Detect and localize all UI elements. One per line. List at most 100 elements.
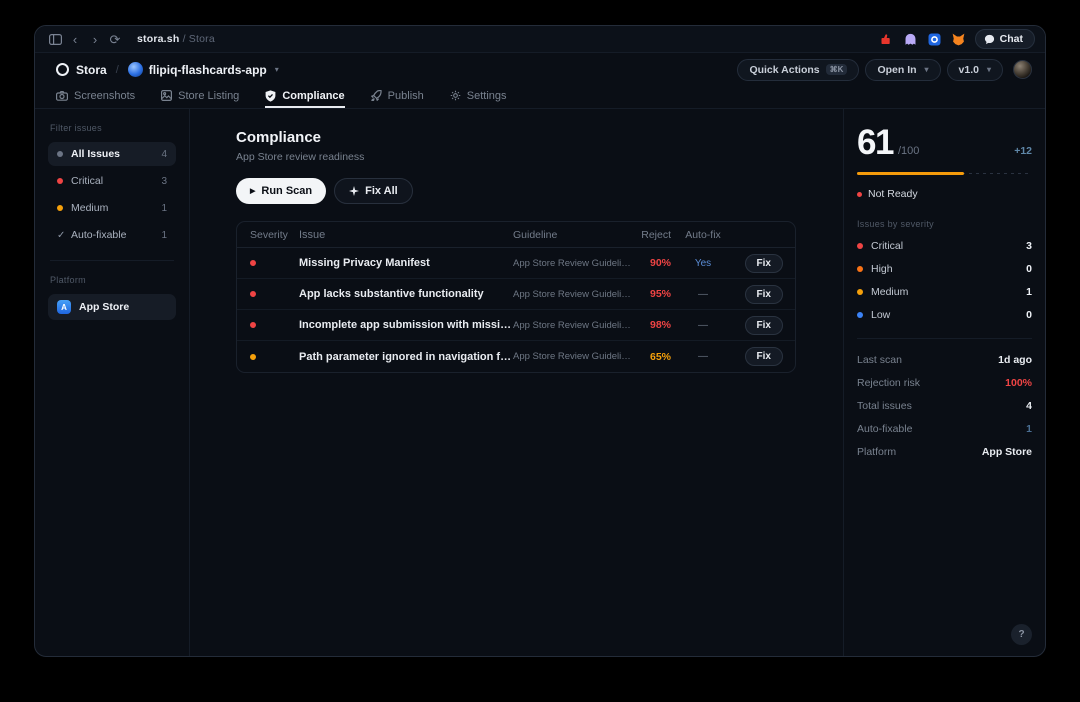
severity-dot-icon xyxy=(250,291,256,297)
guideline-text: App Store Review Guideline 2.1 - … xyxy=(513,320,631,331)
issue-title: Incomplete app submission with missing c… xyxy=(299,319,513,331)
refresh-button[interactable]: ⟳ xyxy=(105,30,125,48)
sidebar-item-app-store[interactable]: A App Store xyxy=(48,294,176,320)
low-dot-icon xyxy=(857,312,863,318)
status-label: Not Ready xyxy=(868,188,918,200)
issues-by-severity-label: Issues by severity xyxy=(857,219,1032,229)
score-value: 61 xyxy=(857,125,893,160)
reject-percent: 90% xyxy=(631,257,671,269)
image-icon xyxy=(161,90,172,101)
fix-button[interactable]: Fix xyxy=(745,285,783,304)
fix-button[interactable]: Fix xyxy=(745,254,783,273)
quick-actions-button[interactable]: Quick Actions ⌘K xyxy=(737,59,859,81)
table-row[interactable]: App lacks substantive functionality App … xyxy=(237,279,795,310)
tab-screenshots[interactable]: Screenshots xyxy=(56,86,135,108)
app-header: Stora / flipiq-flashcards-app ▾ Quick Ac… xyxy=(35,53,1045,86)
severity-row-critical: Critical 3 xyxy=(857,240,1032,252)
score-progress-fill xyxy=(857,172,964,175)
help-button[interactable]: ? xyxy=(1011,624,1032,645)
fix-button[interactable]: Fix xyxy=(745,347,783,366)
chat-bubble-icon xyxy=(984,34,995,45)
item-count: 1 xyxy=(161,230,167,241)
url-host: stora.sh xyxy=(137,33,179,45)
sidebar-item-all-issues[interactable]: All Issues 4 xyxy=(48,142,176,166)
critical-dot-icon xyxy=(57,178,63,184)
open-in-button[interactable]: Open In ▾ xyxy=(865,59,940,81)
autofix-value: Yes xyxy=(671,258,735,269)
filter-sidebar: Filter issues All Issues 4 Critical 3 Me… xyxy=(35,109,190,656)
severity-dot-icon xyxy=(250,354,256,360)
sidebar-item-medium[interactable]: Medium 1 xyxy=(48,196,176,220)
gear-icon xyxy=(450,90,461,101)
app-store-icon: A xyxy=(57,300,71,314)
col-issue: Issue xyxy=(299,229,513,241)
flipiq-app-icon xyxy=(128,62,143,77)
app-switcher[interactable]: flipiq-flashcards-app ▾ xyxy=(128,62,279,77)
sidebar-item-label: Medium xyxy=(71,202,108,214)
readiness-status: Not Ready xyxy=(857,188,1032,200)
severity-label: High xyxy=(871,263,893,275)
table-row[interactable]: Path parameter ignored in navigation fun… xyxy=(237,341,795,372)
thumbs-down-extension-icon[interactable] xyxy=(879,32,894,47)
main-panel: Compliance App Store review readiness ▶ … xyxy=(190,109,844,656)
tab-label: Settings xyxy=(467,90,507,102)
chevron-down-icon: ▾ xyxy=(925,65,929,74)
stora-logo-icon xyxy=(56,63,69,76)
severity-label: Medium xyxy=(871,286,908,298)
severity-label: Critical xyxy=(871,240,903,252)
stat-platform: Platform App Store xyxy=(857,446,1032,458)
issue-title: Path parameter ignored in navigation fun… xyxy=(299,351,513,363)
reject-percent: 98% xyxy=(631,319,671,331)
avatar[interactable] xyxy=(1013,60,1032,79)
tab-compliance[interactable]: Compliance xyxy=(265,86,344,108)
medium-dot-icon xyxy=(857,289,863,295)
check-icon: ✓ xyxy=(57,230,63,241)
tab-store-listing[interactable]: Store Listing xyxy=(161,86,239,108)
brand[interactable]: Stora xyxy=(56,63,107,77)
open-in-label: Open In xyxy=(877,64,916,76)
score-max: /100 xyxy=(898,145,919,157)
sidebar-item-label: All Issues xyxy=(71,148,120,160)
sidebar-toggle-icon[interactable] xyxy=(45,30,65,48)
table-header: Severity Issue Guideline Reject Auto-fix xyxy=(237,222,795,248)
forward-button[interactable]: › xyxy=(85,30,105,48)
severity-count: 1 xyxy=(1026,286,1032,298)
fix-all-label: Fix All xyxy=(365,185,398,197)
severity-row-high: High 0 xyxy=(857,263,1032,275)
table-row[interactable]: Incomplete app submission with missing c… xyxy=(237,310,795,341)
score-panel: 61 /100 +12 Not Ready Issues by severity… xyxy=(844,109,1045,656)
fix-button[interactable]: Fix xyxy=(745,316,783,335)
play-icon: ▶ xyxy=(250,187,255,195)
high-dot-icon xyxy=(857,266,863,272)
ghost-wallet-extension-icon[interactable] xyxy=(903,32,918,47)
tab-label: Screenshots xyxy=(74,90,135,102)
fox-wallet-extension-icon[interactable] xyxy=(951,32,966,47)
wallet-extension-icon[interactable] xyxy=(927,32,942,47)
sidebar-divider xyxy=(50,260,174,261)
run-scan-button[interactable]: ▶ Run Scan xyxy=(236,178,326,204)
guideline-text: App Store Review Guideline 2.1 - … xyxy=(513,351,631,362)
shortcut-badge: ⌘K xyxy=(826,64,848,75)
page-subtitle: App Store review readiness xyxy=(236,151,796,163)
sidebar-item-auto-fixable[interactable]: ✓ Auto-fixable 1 xyxy=(48,223,176,247)
shield-check-icon xyxy=(265,90,276,102)
tab-publish[interactable]: Publish xyxy=(371,86,424,108)
sidebar-item-label: App Store xyxy=(79,301,129,313)
version-button[interactable]: v1.0 ▾ xyxy=(947,59,1003,81)
app-name: flipiq-flashcards-app xyxy=(149,63,267,77)
chat-button[interactable]: Chat xyxy=(975,29,1035,49)
sidebar-item-critical[interactable]: Critical 3 xyxy=(48,169,176,193)
fix-all-button[interactable]: Fix All xyxy=(334,178,413,204)
critical-dot-icon xyxy=(857,243,863,249)
autofix-value: — xyxy=(671,320,735,331)
address-bar[interactable]: stora.sh / Stora xyxy=(137,33,215,45)
severity-row-low: Low 0 xyxy=(857,309,1032,321)
back-button[interactable]: ‹ xyxy=(65,30,85,48)
severity-dot-icon xyxy=(250,260,256,266)
stat-auto-fixable: Auto-fixable 1 xyxy=(857,423,1032,435)
tab-settings[interactable]: Settings xyxy=(450,86,507,108)
panel-divider xyxy=(857,338,1032,339)
table-row[interactable]: Missing Privacy Manifest App Store Revie… xyxy=(237,248,795,279)
page-title: Compliance xyxy=(236,129,796,146)
autofix-value: — xyxy=(671,351,735,362)
